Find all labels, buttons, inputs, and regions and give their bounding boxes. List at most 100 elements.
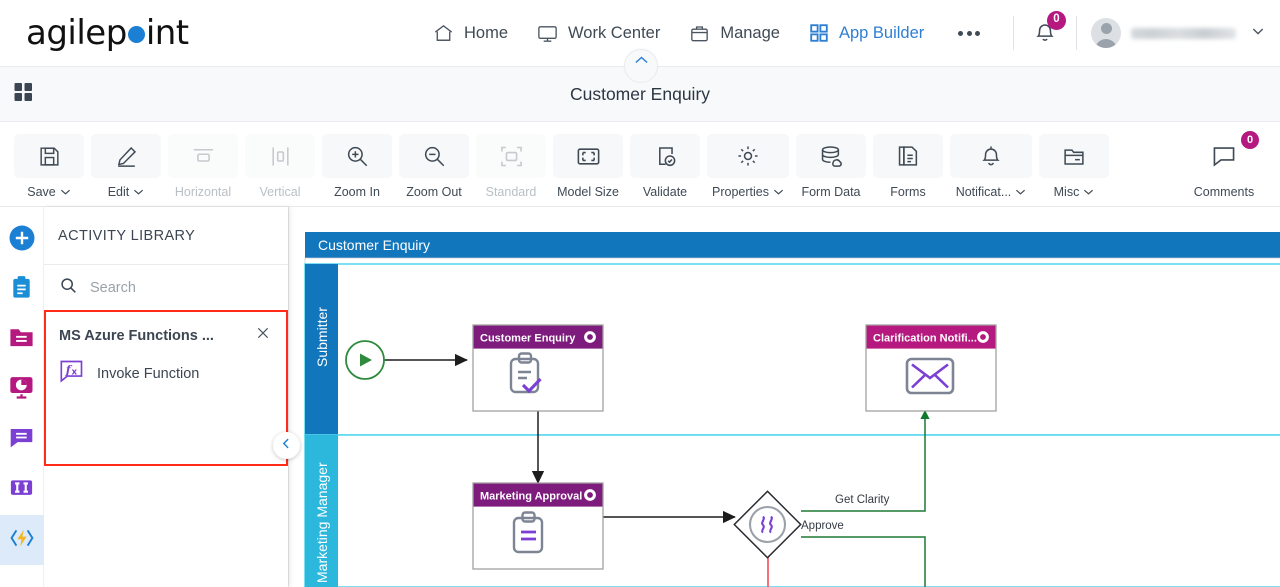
username-label: [1131, 27, 1236, 39]
divider-2: [1076, 16, 1077, 50]
briefcase-icon: [688, 22, 711, 45]
bell-icon: [950, 134, 1032, 178]
gear-icon[interactable]: [977, 331, 989, 343]
collapse-header-button[interactable]: [624, 49, 658, 83]
nav-item-app-builder[interactable]: App Builder: [808, 22, 924, 44]
toolbar-zoom-out[interactable]: Zoom Out: [399, 134, 469, 199]
lane-label-submitter: Submitter: [314, 307, 330, 367]
svg-text:x: x: [72, 367, 78, 377]
nav-item-home[interactable]: Home: [432, 22, 508, 45]
lane-marketing-manager-body: [304, 434, 1280, 587]
home-icon: [432, 22, 455, 45]
toolbar-validate[interactable]: Validate: [630, 134, 700, 199]
add-icon: [8, 224, 36, 257]
gear-icon[interactable]: [584, 489, 596, 501]
notification-badge: 0: [1047, 10, 1066, 30]
toolbar-properties[interactable]: Properties: [707, 134, 789, 199]
chevron-up-icon: [634, 52, 649, 70]
bpmn-diagram: Customer Enquiry Submitter Marketing Man…: [289, 207, 1280, 587]
avatar[interactable]: [1091, 18, 1121, 48]
toolbar-zoom-in[interactable]: Zoom In: [322, 134, 392, 199]
search-icon: [59, 276, 78, 300]
activity-library-title: ACTIVITY LIBRARY: [58, 227, 196, 244]
toolbar-forms[interactable]: Forms: [873, 134, 943, 199]
activity-library-panel: ACTIVITY LIBRARY MS Azure Functions ...: [44, 207, 300, 587]
dot-3: [975, 30, 981, 36]
rail-item-integrations[interactable]: [0, 515, 44, 565]
toolbar-form-data[interactable]: Form Data: [796, 134, 866, 199]
rail-item-folders[interactable]: [0, 315, 44, 365]
logo-text-left: agilep: [26, 12, 127, 53]
activity-group-header: MS Azure Functions ...: [59, 325, 274, 346]
toolbar-vertical[interactable]: Vertical: [245, 134, 315, 199]
chevron-down-icon: [773, 189, 784, 195]
task-title-marketing-approval: Marketing Approval: [480, 491, 582, 503]
page-title: Customer Enquiry: [569, 83, 711, 104]
task-customer-enquiry[interactable]: Customer Enquiry: [472, 324, 604, 412]
chevron-down-icon: [134, 189, 144, 195]
toolbar-label-vertical: Vertical: [259, 185, 301, 199]
toolbar-comments[interactable]: 0 Comments: [1183, 131, 1265, 199]
activity-group-title: MS Azure Functions ...: [59, 327, 214, 344]
close-icon[interactable]: [252, 325, 274, 346]
pool-title: Customer Enquiry: [318, 237, 430, 253]
activity-search-row[interactable]: [44, 265, 288, 311]
toolbar-edit[interactable]: Edit: [91, 134, 161, 199]
activity-item-label: Invoke Function: [97, 366, 200, 382]
toolbar-label-form-data: Form Data: [801, 185, 861, 199]
account-menu-button[interactable]: [1250, 23, 1266, 44]
chevron-left-icon: [280, 437, 293, 455]
monitor-icon: [536, 22, 559, 45]
rail-item-analytics[interactable]: [0, 365, 44, 415]
integration-icon: [8, 524, 36, 557]
folder-icon: [8, 324, 35, 356]
toolbar-label-standard: Standard: [485, 185, 537, 199]
zoom-in-icon: [322, 134, 392, 178]
dot-2: [966, 30, 972, 36]
divider-1: [1013, 16, 1014, 50]
toolbar-save[interactable]: Save: [14, 134, 84, 199]
nav-label-home: Home: [464, 23, 509, 42]
toolbar-model-size[interactable]: Model Size: [553, 134, 623, 199]
model-size-icon: [553, 134, 623, 178]
process-canvas[interactable]: Customer Enquiry Submitter Marketing Man…: [288, 207, 1280, 587]
bpmn-svg: Customer Enquiry Submitter Marketing Man…: [304, 232, 1280, 587]
columns-icon: [8, 474, 35, 506]
more-options-button[interactable]: [952, 30, 986, 36]
toolbar-standard[interactable]: Standard: [476, 134, 546, 199]
toolbar-notifications[interactable]: Notificat...: [950, 134, 1032, 199]
task-clarification-notification[interactable]: Clarification Notifi...: [865, 324, 997, 412]
tool-rail: [0, 207, 44, 587]
nav-label-app-builder: App Builder: [838, 23, 925, 42]
nav-label-work-center: Work Center: [568, 23, 661, 42]
activity-item-invoke-function[interactable]: f x Invoke Function: [59, 359, 274, 389]
rail-item-add[interactable]: [0, 215, 44, 265]
chevron-down-icon: [60, 189, 70, 195]
toolbar-label-forms: Forms: [890, 185, 926, 199]
task-marketing-approval[interactable]: Marketing Approval: [472, 482, 604, 570]
grid-icon: [808, 22, 830, 44]
main-navigation: Home Work Center Manage App Builder: [432, 0, 986, 66]
rail-item-columns[interactable]: [0, 465, 44, 515]
search-input[interactable]: [90, 279, 250, 296]
collapse-panel-button[interactable]: [273, 432, 300, 459]
toolbar-horizontal[interactable]: Horizontal: [168, 134, 238, 199]
rail-item-chat[interactable]: [0, 415, 44, 465]
toolbar-misc[interactable]: Misc: [1039, 134, 1109, 199]
nav-item-manage[interactable]: Manage: [688, 22, 780, 45]
gear-icon[interactable]: [584, 331, 596, 343]
agilepoint-logo[interactable]: agilep int: [26, 13, 189, 53]
nav-item-work-center[interactable]: Work Center: [536, 22, 660, 45]
toolbar-label-zoom-in: Zoom In: [334, 185, 380, 199]
edge-label-get-clarity: Get Clarity: [835, 494, 890, 506]
rail-item-tasks[interactable]: [0, 265, 44, 315]
logo-dot: [127, 25, 145, 43]
editor-body: ACTIVITY LIBRARY MS Azure Functions ...: [0, 207, 1280, 587]
lane-submitter-body: [304, 263, 1280, 436]
chat-icon: [8, 424, 35, 456]
pool-header-bar: [305, 232, 1280, 258]
notifications-button[interactable]: 0: [1028, 10, 1066, 50]
toolbar-label-horizontal: Horizontal: [174, 185, 232, 199]
document-icon: [873, 134, 943, 178]
toolbar-label-notifications: Notificat...: [955, 185, 1012, 199]
